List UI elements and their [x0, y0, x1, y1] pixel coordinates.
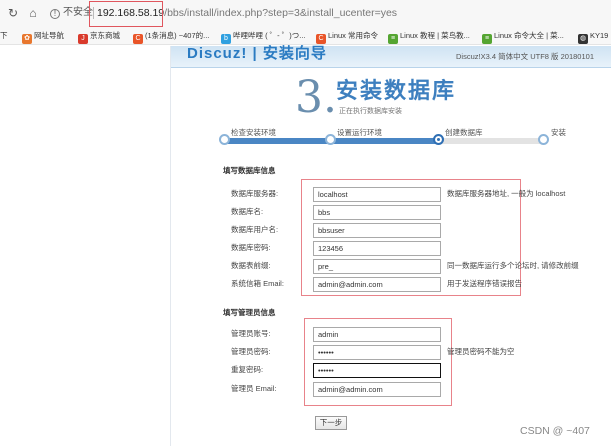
step-number: 3.: [295, 72, 337, 123]
step-title: 安装数据库: [336, 78, 457, 103]
installer-header: Discuz! | 安装向导 Discuz!X3.4 简体中文 UTF8 版 2…: [171, 45, 611, 68]
installer-panel: Discuz! | 安装向导 Discuz!X3.4 简体中文 UTF8 版 2…: [170, 45, 611, 446]
repeat-password-input[interactable]: [313, 363, 441, 378]
next-step-button[interactable]: 下一步: [315, 416, 347, 430]
db-name-label: 数据库名:: [231, 207, 264, 216]
admin-email-input[interactable]: [313, 382, 441, 397]
bookmark-item[interactable]: C (1条消息) ~407的...: [133, 29, 209, 44]
step-label: 设置运行环境: [337, 128, 382, 137]
admin-section-title: 填写管理员信息: [223, 308, 276, 317]
db-password-label: 数据库密码:: [231, 243, 271, 252]
runoob-icon: ≡: [388, 34, 398, 44]
db-name-input[interactable]: [313, 205, 441, 220]
db-prefix-hint: 同一数据库运行多个论坛时, 请修改前缀: [447, 261, 579, 270]
page-background: [0, 46, 170, 446]
url-path: /bbs/install/index.php?step=3&install_uc…: [164, 7, 398, 19]
db-prefix-input[interactable]: [313, 259, 441, 274]
step-dot: [538, 134, 549, 145]
info-icon: !: [50, 9, 60, 19]
admin-password-input[interactable]: [313, 345, 441, 360]
step-label: 安装: [551, 128, 566, 137]
step-subtitle: 正在执行数据库安装: [339, 108, 402, 115]
jd-icon: J: [78, 34, 88, 44]
security-indicator[interactable]: ! 不安全: [50, 7, 93, 19]
bookmark-item[interactable]: ≡ Linux 命令大全 | 菜...: [482, 29, 564, 44]
db-user-input[interactable]: [313, 223, 441, 238]
step-dot: [325, 134, 336, 145]
system-email-hint: 用于发送程序错误报告: [447, 279, 522, 288]
step-dot-current: [433, 134, 444, 145]
admin-password-label: 管理员密码:: [231, 347, 271, 356]
bookmark-item[interactable]: ≡ Linux 教程 | 菜鸟教...: [388, 29, 470, 44]
admin-user-label: 管理员账号:: [231, 329, 271, 338]
bookmark-item[interactable]: ◍ KY19: [578, 29, 608, 44]
paw-icon: ✿: [22, 34, 32, 44]
step-label: 检查安装环境: [231, 128, 276, 137]
version-label: Discuz!X3.4 简体中文 UTF8 版 20180101: [456, 52, 594, 61]
bookmark-item[interactable]: ✿ 网址导航: [22, 29, 64, 44]
globe-icon: ◍: [578, 34, 588, 44]
db-host-input[interactable]: [313, 187, 441, 202]
reload-icon[interactable]: ↻: [7, 7, 19, 19]
address-bar: ↻ ⌂ ! 不安全 192.168.58.19/bbs/install/index…: [0, 0, 611, 27]
home-icon[interactable]: ⌂: [27, 7, 39, 19]
bookmark-item[interactable]: 下: [0, 29, 8, 43]
db-host-hint: 数据库服务器地址, 一般为 localhost: [447, 189, 566, 198]
repeat-password-label: 重复密码:: [231, 365, 264, 374]
db-user-label: 数据库用户名:: [231, 225, 279, 234]
csdn-icon: C: [133, 34, 143, 44]
watermark: CSDN @ ~407: [520, 425, 590, 437]
step-dot: [219, 134, 230, 145]
system-email-label: 系统信箱 Email:: [231, 279, 284, 288]
system-email-input[interactable]: [313, 277, 441, 292]
db-prefix-label: 数据表前缀:: [231, 261, 271, 270]
bookmark-item[interactable]: C Linux 常用命令: [316, 29, 378, 44]
url-highlight-box: [89, 1, 163, 27]
db-password-input[interactable]: [313, 241, 441, 256]
progress-bar: [223, 138, 547, 144]
db-section-title: 填写数据库信息: [223, 166, 276, 175]
bookmark-item[interactable]: b 哔哩哔哩 ( ゜- ゜)つ...: [221, 29, 306, 44]
admin-user-input[interactable]: [313, 327, 441, 342]
bookmark-item[interactable]: J 京东商城: [78, 29, 120, 44]
step-label: 创建数据库: [445, 128, 483, 137]
admin-email-label: 管理员 Email:: [231, 384, 277, 393]
db-host-label: 数据库服务器:: [231, 189, 279, 198]
discuz-logo: Discuz! | 安装向导: [187, 45, 327, 62]
admin-password-hint: 管理员密码不能为空: [447, 347, 515, 356]
runoob-icon: ≡: [482, 34, 492, 44]
